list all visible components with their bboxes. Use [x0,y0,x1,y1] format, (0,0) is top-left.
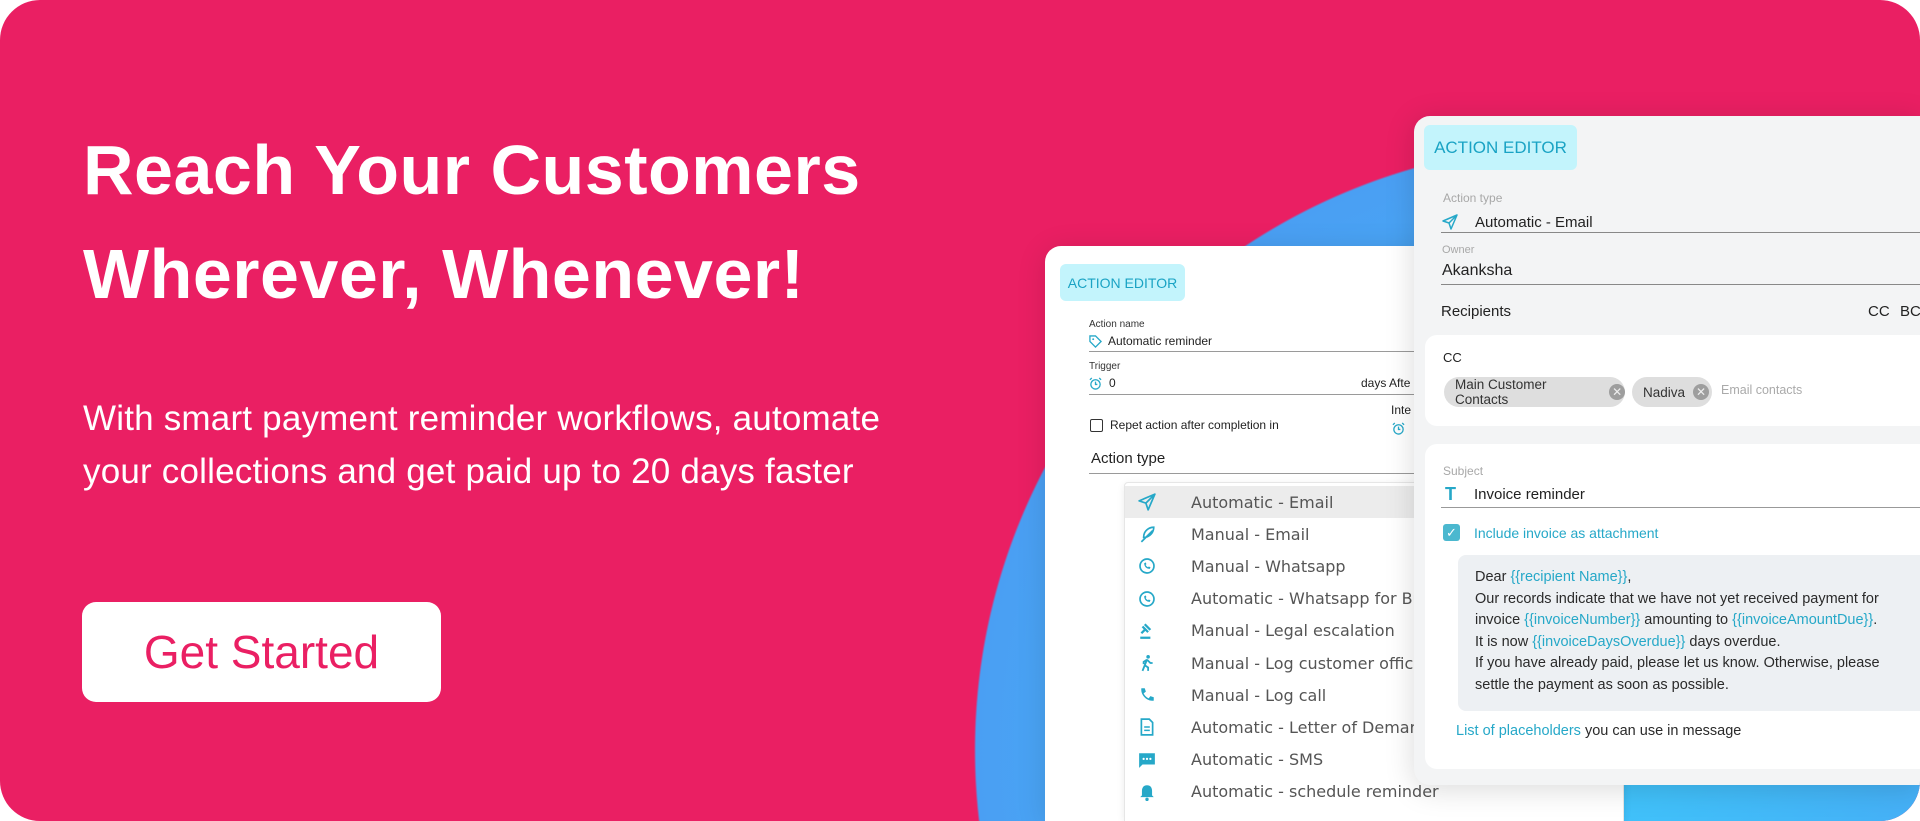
option-label: Manual - Whatsapp [1191,556,1346,576]
email-contacts-input[interactable]: Email contacts [1721,383,1802,397]
text: Our records indicate that we have not ye… [1475,590,1879,607]
tag-icon [1089,335,1102,348]
trigger-input[interactable]: 0 [1109,376,1116,390]
alarm-icon [1392,422,1405,435]
text: settle the payment as soon as possible. [1475,676,1729,693]
owner-label: Owner [1442,244,1475,256]
option-label: Automatic - Letter of Demand [1191,717,1430,737]
attach-invoice-checkbox[interactable]: ✓ [1443,524,1460,541]
divider [1089,473,1429,474]
option-label: Manual - Log call [1191,685,1327,705]
walk-icon [1141,655,1153,672]
subject-input[interactable]: Invoice reminder [1474,486,1585,503]
subject-label: Subject [1443,464,1484,478]
bell-icon [1140,785,1154,801]
text: If you have already paid, please let us … [1475,655,1880,672]
action-type-select[interactable]: Automatic - Email [1475,214,1593,231]
text: , [1627,569,1632,585]
whatsapp-icon [1139,558,1155,575]
divider [1089,394,1429,395]
option-label: Automatic - Whatsapp for Busi [1191,589,1436,609]
option-label: Automatic - schedule reminder [1191,782,1439,802]
text: you can use in message [1580,723,1742,739]
trigger-unit: days Afte [1361,376,1411,390]
divider [1441,507,1920,508]
text: Dear [1475,569,1511,585]
option-label: Manual - Legal escalation [1191,621,1395,641]
text-icon: T [1445,484,1456,504]
message-body[interactable]: Dear {{recipient Name}}, Our records ind… [1458,555,1920,711]
bcc-toggle[interactable]: BC [1900,303,1920,320]
placeholders-link[interactable]: List of placeholders [1456,723,1581,739]
divider [1089,351,1429,352]
remove-chip-icon[interactable]: ✕ [1693,384,1710,400]
recipient-chip[interactable]: Nadiva ✕ [1632,377,1712,407]
phone-icon [1141,688,1154,701]
placeholder-token: {{recipient Name}} [1510,569,1628,585]
action-type-label: Action type [1443,191,1503,205]
repeat-label: Repet action after completion in [1110,418,1279,432]
alarm-icon [1089,377,1102,390]
chip-label: Main Customer Contacts [1455,377,1547,407]
text: . [1873,612,1878,629]
remove-chip-icon[interactable]: ✕ [1609,384,1625,400]
document-icon [1140,718,1154,737]
divider [1441,232,1920,233]
action-editor-badge: ACTION EDITOR [1060,264,1185,301]
action-name-label: Action name [1089,319,1145,330]
text: invoice [1475,612,1525,629]
placeholder-token: {{invoiceNumber}} [1524,612,1641,629]
option-label: Manual - Email [1191,524,1310,544]
placeholders-hint: List of placeholders you can use in mess… [1456,723,1741,739]
interval-label: Inte [1391,403,1412,417]
trigger-label: Trigger [1089,361,1121,372]
feather-icon [1140,526,1155,543]
sms-icon [1139,752,1155,768]
subtitle: With smart payment reminder workflows, a… [83,392,880,498]
option-label: Automatic - Email [1191,492,1334,512]
recipient-chip[interactable]: Main Customer Contacts ✕ [1444,377,1625,407]
option-label: Manual - Log customer office v [1191,653,1438,673]
repeat-checkbox[interactable] [1090,419,1103,432]
divider [1441,284,1920,285]
placeholder-token: {{invoiceDaysOverdue}} [1532,633,1686,650]
subtitle-line: your collections and get paid up to 20 d… [83,452,854,491]
attach-invoice-label: Include invoice as attachment [1474,525,1659,541]
get-started-button[interactable]: Get Started [82,602,441,702]
action-editor-badge: ACTION EDITOR [1424,125,1577,170]
owner-input[interactable]: Akanksha [1442,262,1512,280]
option-label: Automatic - SMS [1191,750,1324,770]
action-name-input[interactable]: Automatic reminder [1108,334,1212,348]
text: amounting to [1640,612,1733,629]
recipients-label: Recipients [1441,303,1512,320]
cc-label: CC [1443,350,1462,365]
headline-line: Wherever, Whenever! [83,235,805,313]
placeholder-token: {{invoiceAmountDue}} [1732,612,1874,629]
text: days overdue. [1685,633,1781,650]
cc-toggle[interactable]: CC [1868,303,1890,320]
action-type-label: Action type [1091,450,1166,467]
subtitle-line: With smart payment reminder workflows, a… [83,399,881,438]
chip-label: Nadiva [1643,384,1686,400]
text: It is now [1475,633,1533,650]
promo-banner: Reach Your Customers Wherever, Whenever!… [0,0,1920,821]
whatsapp-icon [1139,590,1155,607]
send-icon [1442,214,1458,230]
gavel-icon [1140,623,1152,639]
send-icon [1138,493,1156,511]
headline-line: Reach Your Customers [83,131,861,209]
headline: Reach Your Customers Wherever, Whenever! [83,118,861,326]
